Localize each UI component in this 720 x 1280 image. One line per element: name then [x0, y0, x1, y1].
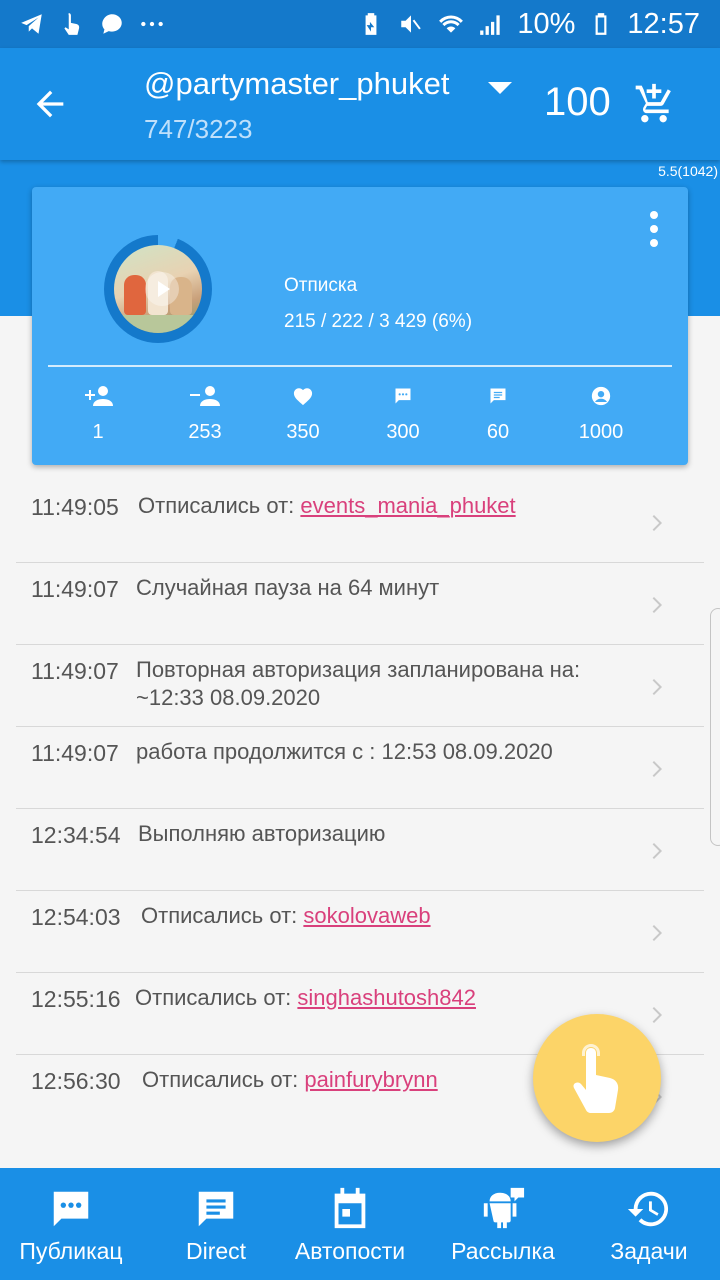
list-item[interactable]: 11:49:07 Случайная пауза на 64 минут: [16, 562, 704, 645]
stat-value: 60: [486, 421, 510, 443]
wifi-icon: [437, 10, 465, 38]
credits-balance: 100: [544, 80, 611, 124]
stat-follow: 1: [48, 383, 148, 444]
nav-tasks[interactable]: Задачи: [578, 1168, 720, 1280]
telegram-icon: [18, 10, 46, 38]
add-user-icon: [48, 383, 148, 409]
nav-label: Задачи: [610, 1238, 688, 1264]
touch-icon: [58, 10, 86, 38]
more-notifications-icon: [138, 10, 166, 38]
log-message: Повторная авторизация запланирована на: …: [136, 657, 581, 710]
remove-user-icon: [155, 383, 255, 409]
publication-icon: [48, 1186, 94, 1232]
chevron-right-icon: [652, 924, 664, 942]
log-message: Отписались от: sokolovaweb: [141, 903, 431, 928]
nav-broadcast[interactable]: Рассылка: [430, 1168, 576, 1280]
nav-label: Direct: [185, 1238, 247, 1264]
stat-value: 1000: [578, 421, 624, 443]
log-time: 12:34:54: [31, 822, 121, 848]
status-bar: 10% 12:57: [0, 0, 720, 48]
message-icon: [448, 383, 548, 409]
chevron-right-icon: [652, 760, 664, 778]
battery-percent: 10%: [517, 7, 576, 40]
account-name[interactable]: @partymaster_phuket: [144, 66, 449, 102]
back-arrow-icon[interactable]: [30, 84, 78, 124]
chevron-right-icon: [652, 842, 664, 860]
username-link[interactable]: singhashutosh842: [297, 985, 476, 1010]
list-item[interactable]: 12:54:03 Отписались от: sokolovaweb: [16, 890, 704, 973]
stat-comments: 300: [353, 383, 453, 444]
app-version: 5.5(1042): [658, 163, 718, 179]
log-message: Отписались от: singhashutosh842: [135, 985, 476, 1010]
app-bar: @partymaster_phuket 747/3223 100: [0, 48, 720, 160]
log-message: Выполняю авторизацию: [138, 821, 386, 846]
username-link[interactable]: sokolovaweb: [303, 903, 430, 928]
username-link[interactable]: events_mania_phuket: [300, 493, 515, 518]
battery-icon: [587, 10, 615, 38]
nav-direct[interactable]: Direct: [142, 1168, 290, 1280]
log-time: 12:55:16: [31, 986, 121, 1012]
chevron-right-icon: [652, 514, 664, 532]
stat-messages: 60: [448, 383, 548, 444]
list-item[interactable]: 11:49:07 Повторная авторизация запланиро…: [16, 644, 704, 727]
chevron-right-icon: [652, 596, 664, 614]
history-icon: [626, 1186, 672, 1232]
calendar-icon: [327, 1186, 373, 1232]
stat-views: 1000: [551, 383, 651, 444]
comment-icon: [353, 383, 453, 409]
profile-view-icon: [551, 383, 651, 409]
clock: 12:57: [627, 7, 700, 40]
add-to-cart-icon[interactable]: [630, 82, 678, 126]
tap-finger-icon: [573, 1044, 619, 1113]
task-title: Отписка: [284, 275, 358, 296]
list-item[interactable]: 12:34:54 Выполняю авторизацию: [16, 808, 704, 891]
nav-publications[interactable]: Публикац: [0, 1168, 142, 1280]
log-time: 11:49:07: [31, 658, 119, 684]
task-stats: 215 / 222 / 3 429 (6%): [284, 311, 473, 332]
progress-ring: [104, 235, 212, 343]
task-card[interactable]: Отписка 215 / 222 / 3 429 (6%) 1 253 350…: [32, 187, 688, 465]
stat-value: 1: [92, 421, 104, 443]
list-item[interactable]: 11:49:07 работа продолжится с : 12:53 08…: [16, 726, 704, 809]
log-time: 11:49:05: [31, 494, 119, 520]
play-icon[interactable]: [144, 271, 180, 307]
heart-icon: [253, 383, 353, 409]
stat-value: 253: [188, 421, 222, 443]
signal-icon: [477, 10, 505, 38]
chat-bubble-icon: [98, 10, 126, 38]
log-time: 12:54:03: [31, 904, 121, 930]
more-options-icon[interactable]: [648, 209, 660, 249]
nav-label: Рассылка: [451, 1238, 555, 1264]
android-broadcast-icon: [480, 1186, 526, 1232]
tap-action-button[interactable]: [533, 1014, 661, 1142]
nav-label: Публикац: [19, 1238, 123, 1264]
stat-unfollow: 253: [155, 383, 255, 444]
log-message: Случайная пауза на 64 минут: [136, 575, 440, 600]
divider: [48, 365, 672, 367]
log-time: 12:56:30: [31, 1068, 121, 1094]
mute-icon: [397, 10, 425, 38]
bottom-navigation: Публикац Direct Автопости Рассылка Задач…: [0, 1168, 720, 1280]
nav-autopost[interactable]: Автопости: [280, 1168, 420, 1280]
account-dropdown-icon[interactable]: [486, 78, 514, 98]
account-progress: 747/3223: [144, 114, 253, 144]
chevron-right-icon: [652, 1006, 664, 1024]
direct-icon: [193, 1186, 239, 1232]
chevron-right-icon: [652, 678, 664, 696]
scroll-indicator[interactable]: [710, 608, 720, 846]
log-message: Отписались от: events_mania_phuket: [138, 493, 516, 518]
stat-value: 300: [386, 421, 420, 443]
avatar[interactable]: [114, 245, 202, 333]
log-message: работа продолжится с : 12:53 08.09.2020: [136, 739, 553, 764]
username-link[interactable]: painfurybrynn: [304, 1067, 437, 1092]
battery-saver-icon: [357, 10, 385, 38]
stat-value: 350: [286, 421, 320, 443]
log-time: 11:49:07: [31, 740, 119, 766]
list-item[interactable]: 11:49:05 Отписались от: events_mania_phu…: [16, 480, 704, 563]
log-time: 11:49:07: [31, 576, 119, 602]
stat-likes: 350: [253, 383, 353, 444]
nav-label: Автопости: [294, 1238, 406, 1264]
